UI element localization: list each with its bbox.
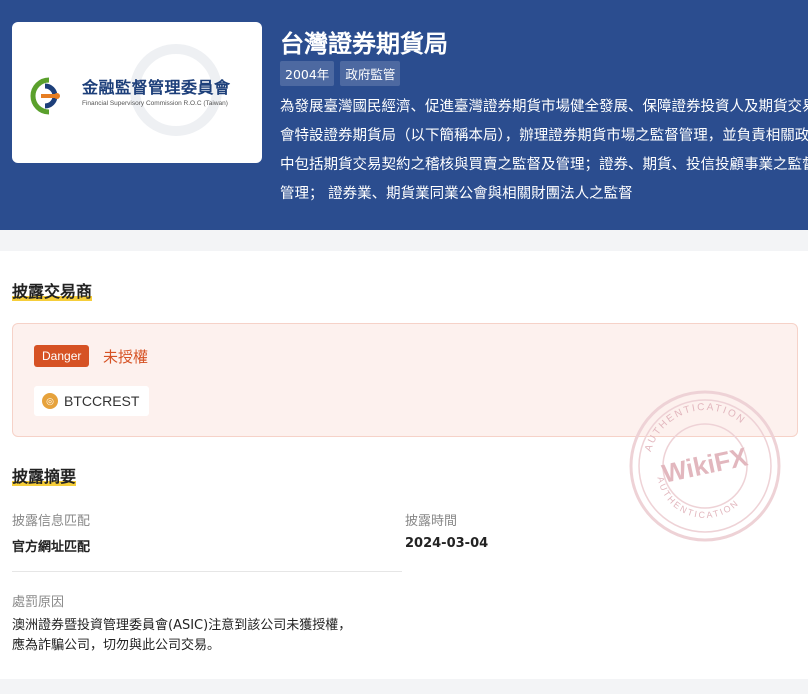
logo-text-en: Financial Supervisory Commission R.O.C (… (82, 100, 228, 107)
match-label: 披露信息匹配 (12, 514, 91, 529)
match-value: 官方網址匹配 (12, 540, 91, 555)
regulator-title: 台灣證券期貨局 (280, 30, 448, 58)
wikifx-authentication-stamp: AUTHENTICATION AUTHENTICATION WikiFX (629, 390, 781, 542)
regulator-header: 金融監督管理委員會 Financial Supervisory Commissi… (0, 0, 808, 230)
time-label: 披露時間 (405, 514, 458, 529)
regulator-tags: 2004年 政府監管 (280, 61, 401, 86)
logo-text-zh: 金融監督管理委員會 (82, 78, 231, 97)
regulator-logo: 金融監督管理委員會 Financial Supervisory Commissi… (12, 22, 262, 163)
reason-line-2: 應為詐騙公司，切勿與此公司交易。 (12, 638, 221, 653)
coin-icon: ◎ (42, 393, 58, 409)
reason-text: 澳洲證券暨投資管理委員會(ASIC)注意到該公司未獲授權， 應為詐騙公司，切勿與… (12, 616, 351, 656)
fsc-emblem-icon (30, 77, 60, 115)
divider (12, 571, 402, 572)
license-status: 未授權 (103, 348, 149, 366)
section-title-broker: 披露交易商 (12, 278, 93, 302)
time-value: 2024-03-04 (405, 536, 489, 551)
section-title-summary: 披露摘要 (12, 463, 77, 487)
broker-chip[interactable]: ◎ BTCCREST (34, 386, 150, 416)
regulator-description: 為發展臺灣國民經濟、促進臺灣證券期貨市場健全發展、保障證券投資人及期貨交易人權益… (280, 99, 808, 202)
stamp-brand: WikiFX (659, 441, 750, 488)
danger-badge: Danger (34, 345, 90, 367)
broker-name: BTCCREST (64, 393, 140, 409)
reason-line-1: 澳洲證券暨投資管理委員會(ASIC)注意到該公司未獲授權， (12, 618, 352, 633)
tag-year: 2004年 (280, 61, 335, 86)
tag-type: 政府監管 (340, 61, 401, 86)
reason-label: 處罰原因 (12, 595, 65, 610)
